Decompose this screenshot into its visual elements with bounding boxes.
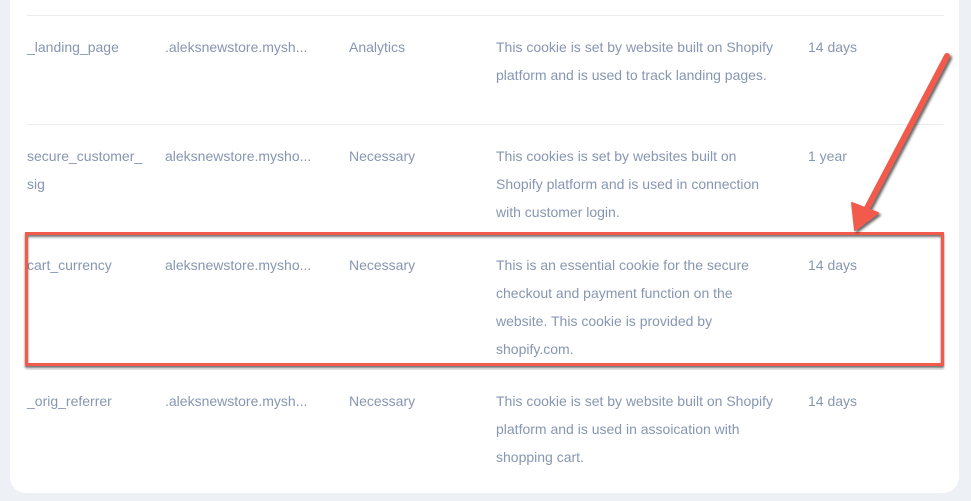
annotation-arrow-icon — [851, 53, 950, 231]
